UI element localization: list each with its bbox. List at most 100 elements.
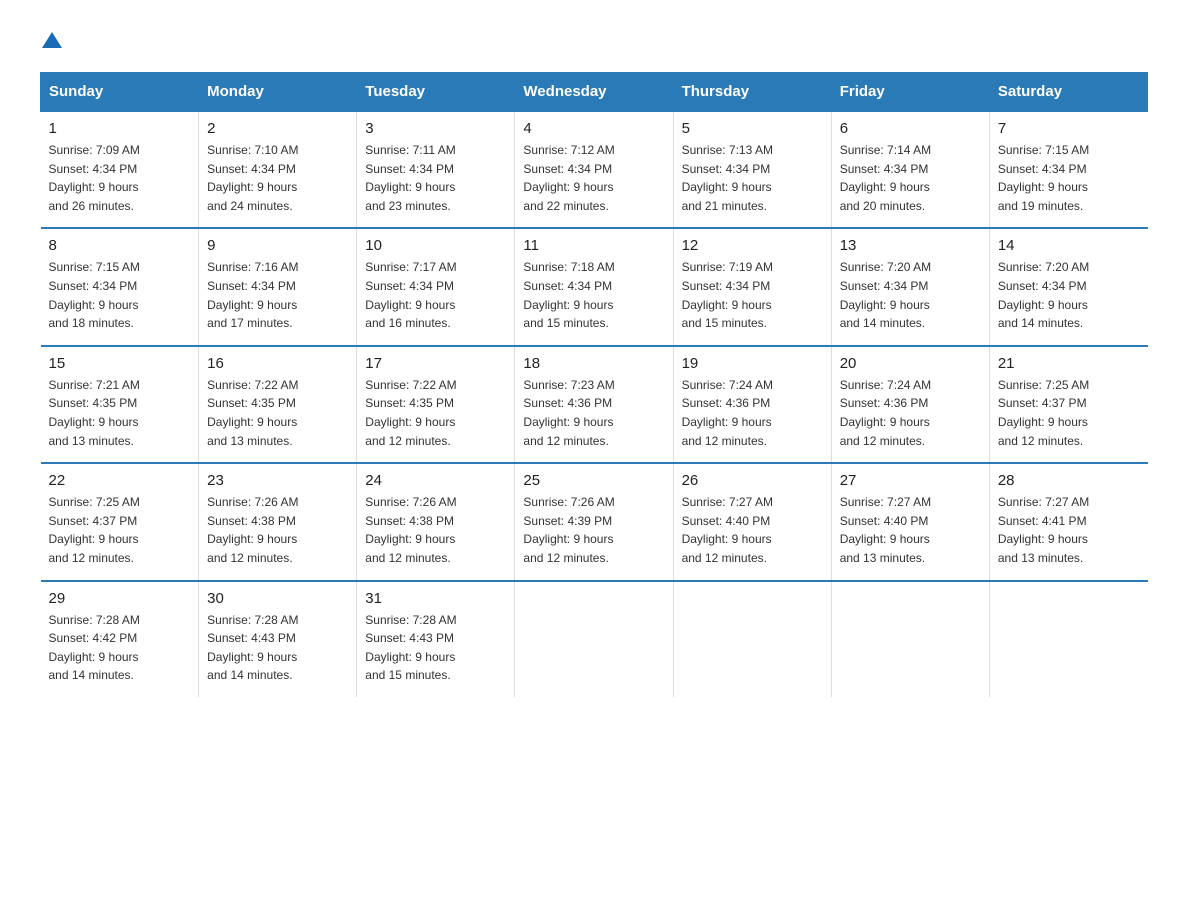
calendar-cell: 16 Sunrise: 7:22 AMSunset: 4:35 PMDaylig…: [199, 346, 357, 463]
day-info: Sunrise: 7:28 AMSunset: 4:43 PMDaylight:…: [365, 613, 456, 683]
day-number: 15: [49, 355, 191, 372]
calendar-table: SundayMondayTuesdayWednesdayThursdayFrid…: [40, 72, 1148, 697]
day-number: 6: [840, 120, 981, 137]
day-info: Sunrise: 7:22 AMSunset: 4:35 PMDaylight:…: [365, 378, 456, 448]
day-info: Sunrise: 7:15 AMSunset: 4:34 PMDaylight:…: [998, 143, 1089, 213]
calendar-week-row: 15 Sunrise: 7:21 AMSunset: 4:35 PMDaylig…: [41, 346, 1148, 463]
day-number: 29: [49, 590, 191, 607]
day-number: 11: [523, 237, 664, 254]
day-number: 9: [207, 237, 348, 254]
day-info: Sunrise: 7:26 AMSunset: 4:39 PMDaylight:…: [523, 495, 614, 565]
day-info: Sunrise: 7:23 AMSunset: 4:36 PMDaylight:…: [523, 378, 614, 448]
day-number: 10: [365, 237, 506, 254]
calendar-cell: [673, 581, 831, 697]
page-header: [40, 30, 1148, 52]
calendar-cell: [515, 581, 673, 697]
day-number: 4: [523, 120, 664, 137]
day-info: Sunrise: 7:24 AMSunset: 4:36 PMDaylight:…: [682, 378, 773, 448]
header-saturday: Saturday: [989, 73, 1147, 112]
day-info: Sunrise: 7:18 AMSunset: 4:34 PMDaylight:…: [523, 260, 614, 330]
calendar-cell: 31 Sunrise: 7:28 AMSunset: 4:43 PMDaylig…: [357, 581, 515, 697]
calendar-cell: 19 Sunrise: 7:24 AMSunset: 4:36 PMDaylig…: [673, 346, 831, 463]
day-info: Sunrise: 7:27 AMSunset: 4:40 PMDaylight:…: [840, 495, 931, 565]
day-number: 1: [49, 120, 191, 137]
logo: [40, 30, 62, 52]
calendar-cell: 30 Sunrise: 7:28 AMSunset: 4:43 PMDaylig…: [199, 581, 357, 697]
day-number: 17: [365, 355, 506, 372]
calendar-week-row: 29 Sunrise: 7:28 AMSunset: 4:42 PMDaylig…: [41, 581, 1148, 697]
day-info: Sunrise: 7:25 AMSunset: 4:37 PMDaylight:…: [49, 495, 140, 565]
calendar-cell: 2 Sunrise: 7:10 AMSunset: 4:34 PMDayligh…: [199, 111, 357, 228]
day-number: 31: [365, 590, 506, 607]
header-tuesday: Tuesday: [357, 73, 515, 112]
calendar-cell: 8 Sunrise: 7:15 AMSunset: 4:34 PMDayligh…: [41, 228, 199, 345]
header-sunday: Sunday: [41, 73, 199, 112]
calendar-cell: 12 Sunrise: 7:19 AMSunset: 4:34 PMDaylig…: [673, 228, 831, 345]
calendar-cell: 28 Sunrise: 7:27 AMSunset: 4:41 PMDaylig…: [989, 463, 1147, 580]
logo-blue-text: [40, 26, 62, 52]
day-info: Sunrise: 7:27 AMSunset: 4:41 PMDaylight:…: [998, 495, 1089, 565]
day-info: Sunrise: 7:13 AMSunset: 4:34 PMDaylight:…: [682, 143, 773, 213]
calendar-cell: 20 Sunrise: 7:24 AMSunset: 4:36 PMDaylig…: [831, 346, 989, 463]
day-number: 27: [840, 472, 981, 489]
day-number: 3: [365, 120, 506, 137]
calendar-cell: 22 Sunrise: 7:25 AMSunset: 4:37 PMDaylig…: [41, 463, 199, 580]
calendar-cell: 11 Sunrise: 7:18 AMSunset: 4:34 PMDaylig…: [515, 228, 673, 345]
calendar-cell: 25 Sunrise: 7:26 AMSunset: 4:39 PMDaylig…: [515, 463, 673, 580]
day-info: Sunrise: 7:12 AMSunset: 4:34 PMDaylight:…: [523, 143, 614, 213]
day-info: Sunrise: 7:27 AMSunset: 4:40 PMDaylight:…: [682, 495, 773, 565]
day-info: Sunrise: 7:19 AMSunset: 4:34 PMDaylight:…: [682, 260, 773, 330]
calendar-cell: 9 Sunrise: 7:16 AMSunset: 4:34 PMDayligh…: [199, 228, 357, 345]
calendar-cell: 23 Sunrise: 7:26 AMSunset: 4:38 PMDaylig…: [199, 463, 357, 580]
day-info: Sunrise: 7:10 AMSunset: 4:34 PMDaylight:…: [207, 143, 298, 213]
day-info: Sunrise: 7:11 AMSunset: 4:34 PMDaylight:…: [365, 143, 456, 213]
calendar-cell: 5 Sunrise: 7:13 AMSunset: 4:34 PMDayligh…: [673, 111, 831, 228]
day-number: 7: [998, 120, 1140, 137]
day-info: Sunrise: 7:20 AMSunset: 4:34 PMDaylight:…: [840, 260, 931, 330]
calendar-cell: 27 Sunrise: 7:27 AMSunset: 4:40 PMDaylig…: [831, 463, 989, 580]
day-number: 19: [682, 355, 823, 372]
day-info: Sunrise: 7:15 AMSunset: 4:34 PMDaylight:…: [49, 260, 140, 330]
calendar-week-row: 8 Sunrise: 7:15 AMSunset: 4:34 PMDayligh…: [41, 228, 1148, 345]
calendar-cell: 17 Sunrise: 7:22 AMSunset: 4:35 PMDaylig…: [357, 346, 515, 463]
day-info: Sunrise: 7:16 AMSunset: 4:34 PMDaylight:…: [207, 260, 298, 330]
day-number: 30: [207, 590, 348, 607]
header-wednesday: Wednesday: [515, 73, 673, 112]
calendar-week-row: 22 Sunrise: 7:25 AMSunset: 4:37 PMDaylig…: [41, 463, 1148, 580]
calendar-header-row: SundayMondayTuesdayWednesdayThursdayFrid…: [41, 73, 1148, 112]
day-number: 25: [523, 472, 664, 489]
calendar-cell: 4 Sunrise: 7:12 AMSunset: 4:34 PMDayligh…: [515, 111, 673, 228]
day-number: 20: [840, 355, 981, 372]
day-number: 18: [523, 355, 664, 372]
calendar-cell: 18 Sunrise: 7:23 AMSunset: 4:36 PMDaylig…: [515, 346, 673, 463]
day-info: Sunrise: 7:17 AMSunset: 4:34 PMDaylight:…: [365, 260, 456, 330]
calendar-cell: [831, 581, 989, 697]
calendar-cell: 24 Sunrise: 7:26 AMSunset: 4:38 PMDaylig…: [357, 463, 515, 580]
day-info: Sunrise: 7:22 AMSunset: 4:35 PMDaylight:…: [207, 378, 298, 448]
calendar-cell: 3 Sunrise: 7:11 AMSunset: 4:34 PMDayligh…: [357, 111, 515, 228]
calendar-cell: 13 Sunrise: 7:20 AMSunset: 4:34 PMDaylig…: [831, 228, 989, 345]
day-info: Sunrise: 7:28 AMSunset: 4:42 PMDaylight:…: [49, 613, 140, 683]
day-number: 28: [998, 472, 1140, 489]
day-info: Sunrise: 7:21 AMSunset: 4:35 PMDaylight:…: [49, 378, 140, 448]
day-info: Sunrise: 7:28 AMSunset: 4:43 PMDaylight:…: [207, 613, 298, 683]
header-friday: Friday: [831, 73, 989, 112]
day-info: Sunrise: 7:24 AMSunset: 4:36 PMDaylight:…: [840, 378, 931, 448]
calendar-cell: 21 Sunrise: 7:25 AMSunset: 4:37 PMDaylig…: [989, 346, 1147, 463]
day-number: 16: [207, 355, 348, 372]
day-number: 5: [682, 120, 823, 137]
day-number: 26: [682, 472, 823, 489]
day-info: Sunrise: 7:26 AMSunset: 4:38 PMDaylight:…: [365, 495, 456, 565]
day-number: 2: [207, 120, 348, 137]
day-number: 21: [998, 355, 1140, 372]
calendar-cell: 15 Sunrise: 7:21 AMSunset: 4:35 PMDaylig…: [41, 346, 199, 463]
day-number: 14: [998, 237, 1140, 254]
calendar-cell: 6 Sunrise: 7:14 AMSunset: 4:34 PMDayligh…: [831, 111, 989, 228]
day-info: Sunrise: 7:20 AMSunset: 4:34 PMDaylight:…: [998, 260, 1089, 330]
day-number: 22: [49, 472, 191, 489]
calendar-cell: 10 Sunrise: 7:17 AMSunset: 4:34 PMDaylig…: [357, 228, 515, 345]
day-number: 23: [207, 472, 348, 489]
calendar-cell: 29 Sunrise: 7:28 AMSunset: 4:42 PMDaylig…: [41, 581, 199, 697]
calendar-week-row: 1 Sunrise: 7:09 AMSunset: 4:34 PMDayligh…: [41, 111, 1148, 228]
day-info: Sunrise: 7:09 AMSunset: 4:34 PMDaylight:…: [49, 143, 140, 213]
